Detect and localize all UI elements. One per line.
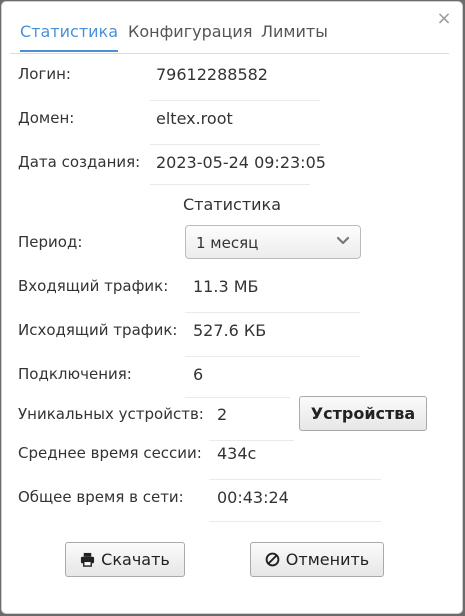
download-button[interactable]: Скачать [65, 542, 185, 577]
total-time-value: 00:43:24 [217, 488, 289, 507]
login-value: 79612288582 [156, 65, 268, 84]
divider [185, 312, 360, 313]
login-label: Логин: [18, 65, 71, 83]
tab-statistics[interactable]: Статистика [20, 22, 118, 52]
user-stats-dialog: × Статистика Конфигурация Лимиты Логин: … [1, 1, 463, 614]
period-label: Период: [18, 233, 83, 251]
outgoing-traffic-value: 527.6 КБ [193, 321, 267, 340]
domain-value: eltex.root [156, 109, 233, 128]
tab-configuration[interactable]: Конфигурация [128, 22, 252, 50]
divider [209, 440, 294, 441]
printer-icon [81, 552, 95, 567]
avg-session-label: Среднее время сессии: [18, 444, 202, 462]
chevron-down-icon [336, 236, 350, 245]
domain-label: Домен: [18, 109, 75, 127]
tab-bar: Статистика Конфигурация Лимиты [10, 16, 449, 54]
avg-session-value: 434с [217, 444, 257, 463]
outgoing-traffic-label: Исходящий трафик: [18, 321, 178, 339]
divider [150, 144, 320, 145]
unique-devices-value: 2 [217, 405, 228, 424]
total-time-label: Общее время в сети: [18, 488, 184, 506]
divider [150, 100, 320, 101]
devices-button[interactable]: Устройства [299, 396, 427, 431]
devices-button-label: Устройства [310, 404, 416, 423]
incoming-traffic-label: Входящий трафик: [18, 277, 169, 295]
divider [209, 521, 381, 522]
ban-icon [265, 552, 280, 567]
period-select-value: 1 месяц [196, 234, 259, 252]
cancel-button[interactable]: Отменить [250, 542, 384, 577]
divider [209, 479, 381, 480]
tab-limits[interactable]: Лимиты [261, 22, 328, 50]
incoming-traffic-value: 11.3 МБ [193, 277, 259, 296]
divider [185, 356, 360, 357]
connections-value: 6 [193, 365, 204, 384]
statistics-section-title: Статистика [183, 195, 281, 214]
unique-devices-label: Уникальных устройств: [18, 405, 204, 423]
period-select[interactable]: 1 месяц [185, 225, 361, 259]
download-button-label: Скачать [101, 550, 170, 569]
cancel-button-label: Отменить [285, 550, 370, 569]
created-value: 2023-05-24 09:23:05 [156, 153, 326, 172]
divider [185, 397, 290, 398]
connections-label: Подключения: [18, 365, 132, 383]
divider [150, 184, 310, 185]
created-label: Дата создания: [18, 153, 141, 171]
